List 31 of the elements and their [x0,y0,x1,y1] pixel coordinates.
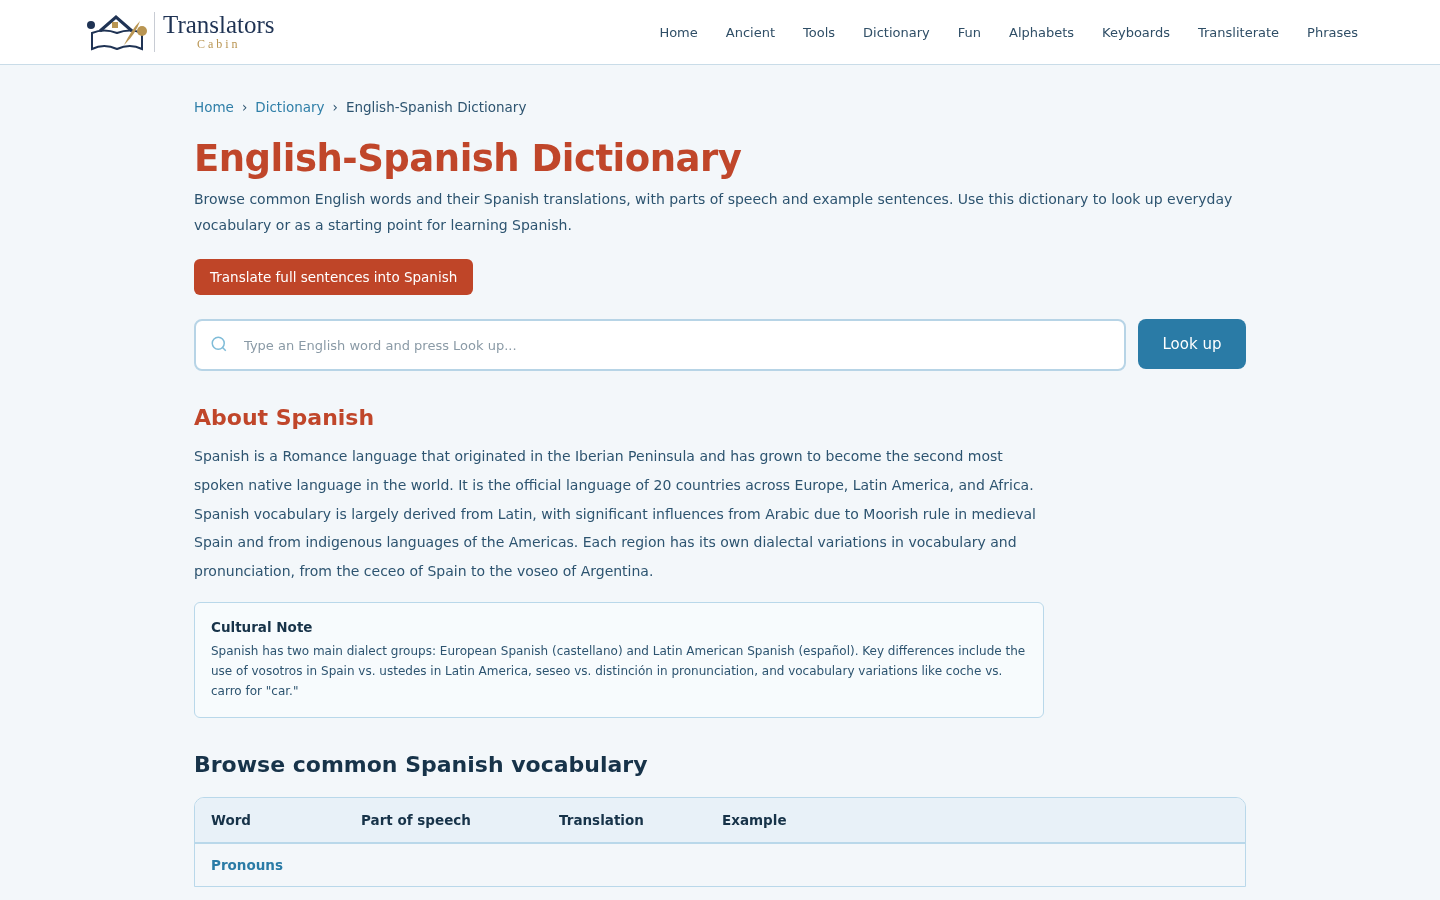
about-text: Spanish is a Romance language that originated in the Iberian Peninsula and has grown to become the second most spoken native language in the world. It is the official language of 20 countries across Europe, Latin America, and Africa. Spanish vocabulary is largely derived from Latin, with significant influences from Arabic due to Moorish rule in medieval Spain and from indigenous languages of the Americas. Each region has its own dialectal variations in vocabulary and pronunciation, from the ceceo of Spain to the voseo of Argentina. [194,447,1037,582]
translate-button[interactable]: Translate full sentences into Spanish [194,259,474,295]
breadcrumb-separator: › [241,99,248,115]
breadcrumb-link[interactable]: Dictionary [255,99,325,115]
section-heading: About Spanish [194,405,376,430]
nav-link[interactable]: Dictionary [863,24,930,40]
note-title: Cultural Note [211,619,314,635]
nav-link[interactable]: Ancient [725,24,775,40]
column-header: Part of speech [361,812,472,828]
column-header: Translation [559,812,645,828]
nav-link[interactable]: Home [659,24,698,40]
intro-text: Browse common English words and their Spanish translations, with parts of speech and example sentences. Use this dictionary to look up everyday vocabulary or as a starting point for learning Spanish. [194,190,1234,235]
search-field[interactable]: Type an English word and press Look up... [194,319,1126,371]
breadcrumb-separator: › [332,99,338,115]
nav-link[interactable]: Alphabets [1009,24,1075,40]
search-icon [210,335,228,353]
nav-link[interactable]: Tools [803,24,836,40]
look-up-button[interactable]: Look up [1138,319,1246,369]
group-label: Pronouns [211,857,283,873]
breadcrumb-current: English-Spanish Dictionary [345,99,527,115]
site-logo[interactable]: Translators Cabin [154,12,275,52]
column-header: Word [211,812,252,828]
breadcrumb-link[interactable]: Home [194,99,234,115]
column-header: Example [722,812,788,828]
nav-link[interactable]: Phrases [1307,24,1358,40]
nav-link[interactable]: Keyboards [1102,24,1170,40]
page-title: English-Spanish Dictionary [194,137,743,180]
note-text: Spanish has two main dialect groups: European Spanish (castellano) and Latin American Spanish (español). Key differences include the use of vosotros in Spain vs. ustedes in Latin America, seseo vs. distinción in pronunciation, and vocabulary variations like coche vs. carro for "car." [211,643,1027,700]
section-heading: Browse common Spanish vocabulary [194,752,649,777]
nav-link[interactable]: Transliterate [1197,24,1280,40]
nav-link[interactable]: Fun [957,24,981,40]
